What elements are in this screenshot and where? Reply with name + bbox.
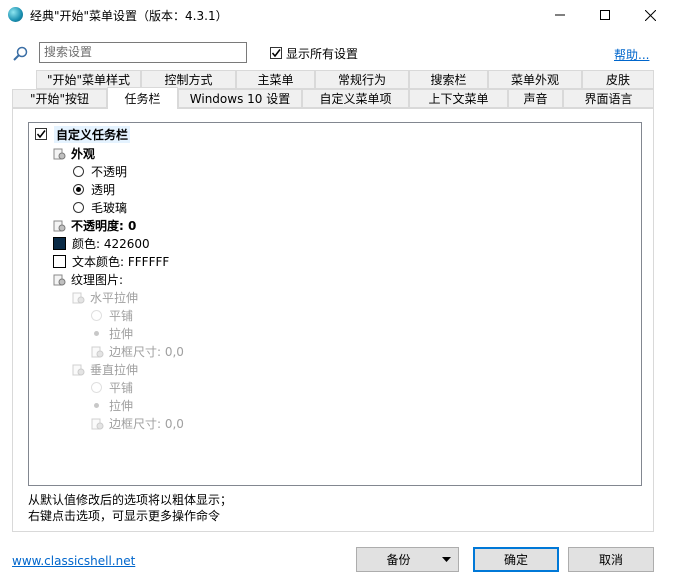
texture-label: 纹理图片: [71,273,124,287]
radio-selected-icon[interactable] [73,184,84,195]
option-glass[interactable]: 毛玻璃 [73,199,127,216]
option-v-stretch[interactable]: 拉伸 [91,397,133,414]
gear-icon [72,364,85,376]
text-color-label: 文本颜色: FFFFFF [72,255,170,269]
tab-language[interactable]: 界面语言 [563,89,654,108]
info-line-2: 右键点击选项，可显示更多操作命令 [28,509,221,523]
option-opaque-label: 不透明 [91,165,128,179]
gear-icon [53,274,66,286]
color-swatch [53,237,66,250]
text-color-swatch [53,255,66,268]
minimize-button[interactable] [537,0,583,30]
tree-item-texture[interactable]: 纹理图片: [53,271,123,288]
tab-taskbar[interactable]: 任务栏 [107,87,178,109]
radio-selected-icon[interactable] [91,400,102,411]
tab-start-button[interactable]: "开始"按钮 [12,89,107,108]
maximize-icon [600,10,610,20]
appearance-label: 外观 [71,147,96,161]
option-transparent[interactable]: 透明 [73,181,115,198]
customize-taskbar-checkbox[interactable] [35,128,47,140]
maximize-button[interactable] [582,0,628,30]
chevron-down-icon [442,557,451,562]
tree-item-v-border[interactable]: 边框尺寸: 0,0 [91,415,184,432]
h-stretch-label: 拉伸 [109,327,134,341]
info-line-1: 从默认值修改后的选项将以粗体显示； [28,493,233,507]
search-input-box[interactable] [39,42,247,63]
search-icon [12,46,28,65]
horizontal-stretch-label: 水平拉伸 [90,291,139,305]
checkmark-icon [36,130,46,139]
radio-selected-icon[interactable] [91,328,102,339]
show-all-label[interactable]: 显示所有设置 [286,45,358,62]
title-bar: 经典"开始"菜单设置（版本：4.3.1） [0,0,675,30]
gear-icon [91,418,104,430]
tab-context-menu[interactable]: 上下文菜单 [409,89,508,108]
tab-search-box[interactable]: 搜索栏 [409,70,488,89]
option-v-tile[interactable]: 平铺 [91,379,133,396]
help-link[interactable]: 帮助... [614,46,649,63]
tree-item-opacity[interactable]: 不透明度: 0 [53,217,136,234]
v-tile-label: 平铺 [109,381,134,395]
tab-custom-menu-items[interactable]: 自定义菜单项 [302,89,409,108]
v-stretch-label: 拉伸 [109,399,134,413]
v-border-label: 边框尺寸: 0,0 [109,417,184,431]
show-all-checkbox[interactable] [270,47,282,59]
window-title: 经典"开始"菜单设置（版本：4.3.1） [30,9,228,23]
tab-general-behavior[interactable]: 常规行为 [315,70,409,89]
tree-item-appearance[interactable]: 外观 [53,145,95,162]
tree-item-horizontal-stretch[interactable]: 水平拉伸 [72,289,138,306]
option-transparent-label: 透明 [91,183,116,197]
backup-button[interactable]: 备份 [356,547,459,572]
tree-item-text-color[interactable]: 文本颜色: FFFFFF [53,253,169,270]
tab-menu-look[interactable]: 菜单外观 [488,70,582,89]
gear-icon [53,220,66,232]
checkmark-icon [271,49,281,58]
close-icon [644,9,656,21]
gear-icon [53,148,66,160]
tab-skin[interactable]: 皮肤 [582,70,654,89]
tab-main-menu[interactable]: 主菜单 [236,70,315,89]
tab-windows10-settings[interactable]: Windows 10 设置 [178,89,302,108]
gear-icon [91,346,104,358]
tab-sound[interactable]: 声音 [508,89,563,108]
option-opaque[interactable]: 不透明 [73,163,127,180]
option-h-stretch[interactable]: 拉伸 [91,325,133,342]
tree-item-customize-taskbar[interactable]: 自定义任务栏 [54,126,131,143]
cancel-button[interactable]: 取消 [568,547,654,572]
tree-item-color[interactable]: 颜色: 422600 [53,235,150,252]
vertical-stretch-label: 垂直拉伸 [90,363,139,377]
minimize-icon [555,14,565,16]
option-h-tile[interactable]: 平铺 [91,307,133,324]
tree-item-vertical-stretch[interactable]: 垂直拉伸 [72,361,138,378]
h-tile-label: 平铺 [109,309,134,323]
close-button[interactable] [627,0,673,30]
ok-button[interactable]: 确定 [473,547,559,572]
option-glass-label: 毛玻璃 [91,201,128,215]
radio-icon[interactable] [73,166,84,177]
color-label: 颜色: 422600 [72,237,150,251]
app-icon [8,7,23,22]
radio-icon[interactable] [73,202,84,213]
gear-icon [72,292,85,304]
h-border-label: 边框尺寸: 0,0 [109,345,184,359]
radio-icon[interactable] [91,310,102,321]
search-input[interactable] [44,45,242,59]
opacity-label: 不透明度: 0 [71,219,137,233]
tree-item-h-border[interactable]: 边框尺寸: 0,0 [91,343,184,360]
backup-label: 备份 [386,553,411,567]
radio-icon[interactable] [91,382,102,393]
website-link[interactable]: www.classicshell.net [12,554,135,568]
